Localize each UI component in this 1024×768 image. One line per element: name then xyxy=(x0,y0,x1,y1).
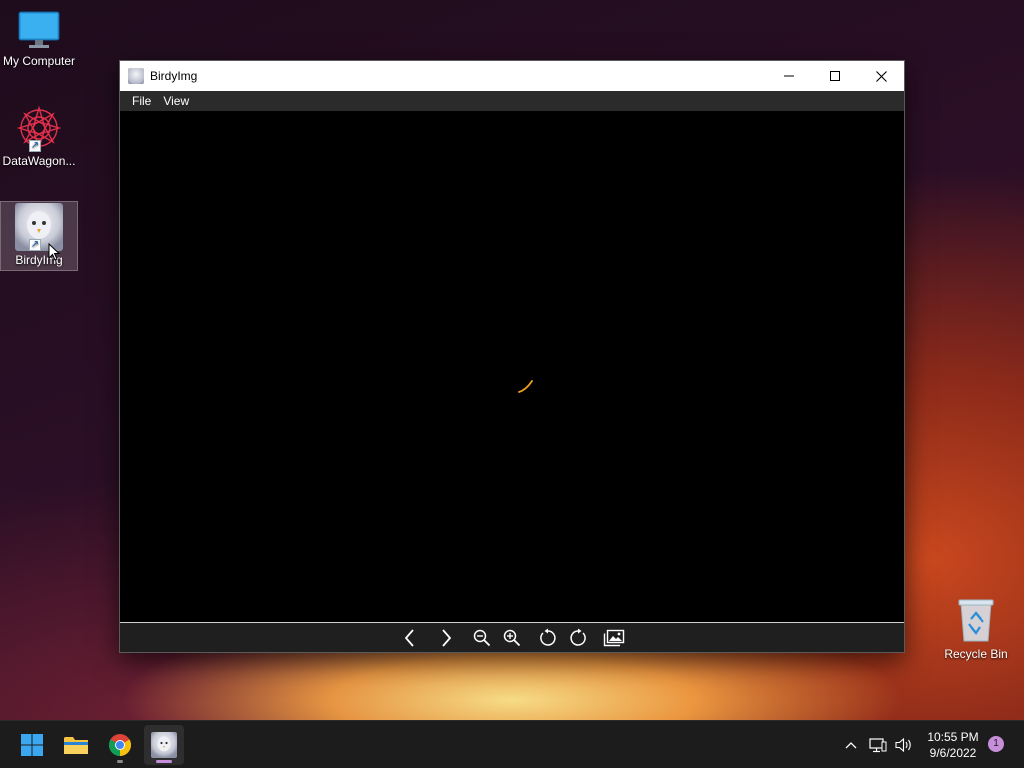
network-button[interactable] xyxy=(866,721,890,768)
menu-file[interactable]: File xyxy=(126,91,157,111)
zoom-out-icon xyxy=(473,629,491,646)
rotate-right-icon xyxy=(570,628,586,646)
desktop-icon-birdyimg[interactable]: ↗ BirdyImg xyxy=(0,201,78,271)
notification-badge[interactable]: 1 xyxy=(988,736,1004,752)
desktop-icon-datawagon[interactable]: ↗ DataWagon... xyxy=(0,104,78,168)
window-title: BirdyImg xyxy=(150,69,198,83)
clock-date: 9/6/2022 xyxy=(929,746,977,760)
close-icon xyxy=(875,70,887,82)
desktop-icon-label: DataWagon... xyxy=(2,154,76,168)
start-icon xyxy=(21,734,43,756)
shortcut-arrow-icon: ↗ xyxy=(29,140,41,152)
rotate-left-button[interactable] xyxy=(533,624,563,652)
minimize-button[interactable] xyxy=(766,61,812,91)
desktop-icon-label: My Computer xyxy=(2,54,76,68)
active-indicator xyxy=(156,760,172,763)
chevron-up-icon xyxy=(845,742,857,749)
start-button[interactable] xyxy=(12,725,52,765)
next-button[interactable] xyxy=(431,624,461,652)
birdyimg-icon xyxy=(151,732,177,758)
loading-spinner-icon xyxy=(518,380,533,393)
zoom-in-icon xyxy=(503,629,521,646)
mouse-cursor-icon xyxy=(48,243,60,261)
volume-button[interactable] xyxy=(892,721,916,768)
taskbar: 10:55 PM 9/6/2022 xyxy=(0,720,1024,768)
network-icon xyxy=(869,738,887,753)
clock[interactable]: 10:55 PM 9/6/2022 xyxy=(920,729,986,761)
zoom-in-button[interactable] xyxy=(497,624,527,652)
desktop-icon-my-computer[interactable]: My Computer xyxy=(0,8,78,68)
title-bar[interactable]: BirdyImg xyxy=(120,61,904,91)
gallery-icon xyxy=(603,629,625,646)
previous-icon xyxy=(404,628,414,647)
maximize-icon xyxy=(830,71,840,81)
monitor-icon xyxy=(18,11,60,48)
clock-time: 10:55 PM xyxy=(927,730,979,744)
maximize-button[interactable] xyxy=(812,61,858,91)
desktop-icon-label: Recycle Bin xyxy=(944,647,1008,661)
rotate-left-icon xyxy=(540,628,556,646)
close-button[interactable] xyxy=(858,61,904,91)
show-hidden-icons-button[interactable] xyxy=(840,721,862,768)
viewer-toolbar xyxy=(120,622,904,652)
file-explorer-icon xyxy=(64,737,88,754)
volume-icon xyxy=(895,737,911,753)
next-icon xyxy=(442,628,452,647)
menu-bar: File View xyxy=(120,91,904,111)
desktop-icon-recycle-bin[interactable]: Recycle Bin xyxy=(940,597,1012,661)
recycle-bin-icon xyxy=(958,599,994,642)
minimize-icon xyxy=(784,75,794,77)
birdyimg-icon xyxy=(128,68,144,84)
shortcut-arrow-icon: ↗ xyxy=(29,239,41,251)
birdyimg-window: BirdyImg File View xyxy=(119,60,905,653)
zoom-out-button[interactable] xyxy=(467,624,497,652)
rotate-right-button[interactable] xyxy=(563,624,593,652)
taskbar-file-explorer[interactable] xyxy=(56,725,96,765)
gallery-button[interactable] xyxy=(599,624,629,652)
image-viewport[interactable] xyxy=(120,111,904,622)
previous-button[interactable] xyxy=(395,624,425,652)
taskbar-birdyimg[interactable] xyxy=(144,725,184,765)
taskbar-chrome[interactable] xyxy=(100,725,140,765)
chrome-icon xyxy=(109,734,131,756)
menu-view[interactable]: View xyxy=(157,91,195,111)
desktop-icon-label: BirdyImg xyxy=(15,253,63,267)
running-indicator xyxy=(117,760,123,763)
